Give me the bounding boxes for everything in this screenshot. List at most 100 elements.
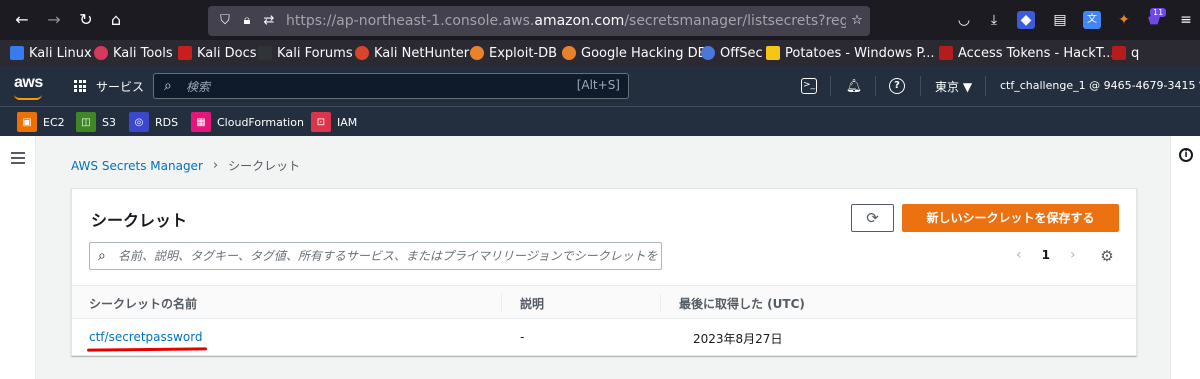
aws-logo-smile [14, 94, 42, 100]
filter-input[interactable] [118, 246, 658, 266]
breadcrumb-current: シークレット [228, 159, 301, 173]
store-new-secret-button[interactable]: 新しいシークレットを保存する [902, 204, 1119, 232]
url-bar[interactable]: ⛉ 🔒︎ ⇄ https://ap-northeast-1.console.aw… [208, 6, 870, 36]
pocket-icon[interactable]: ◡ [955, 11, 973, 29]
hacktricks-q-icon [1112, 46, 1126, 60]
search-icon: ⌕ [164, 78, 172, 94]
notifications-bell-icon[interactable]: 🔔︎ [845, 78, 863, 96]
info-icon[interactable]: i [1179, 148, 1193, 162]
table-header: シークレットの名前 説明 最後に取得した (UTC) [72, 285, 1136, 319]
previous-page-icon[interactable]: ‹ [1016, 247, 1022, 263]
secrets-table-container: シークレット ⟳ 新しいシークレットを保存する ⌕ ‹ 1 › ⚙ シークレット… [71, 188, 1137, 356]
left-navigation-rail [0, 136, 36, 379]
gear-icon[interactable]: ⚙ [1098, 247, 1116, 265]
current-page-number[interactable]: 1 [1042, 248, 1050, 262]
iam-icon: ⊡ [311, 112, 331, 132]
search-placeholder: 検索 [186, 80, 211, 94]
ec2-icon: ▣ [17, 112, 37, 132]
url-text[interactable]: https://ap-northeast-1.console.aws.amazo… [286, 12, 846, 30]
kali-docs-icon [178, 46, 192, 60]
ghdb-icon [562, 46, 576, 60]
bookmark-kali-nethunter[interactable]: Kali NetHunter [355, 44, 469, 62]
bookmark-kali-forums[interactable]: Kali Forums [258, 44, 353, 62]
column-divider[interactable] [660, 294, 661, 312]
potatoes-icon [766, 46, 780, 60]
bookmark-exploit-db[interactable]: Exploit-DB [470, 44, 557, 62]
sidebar-icon[interactable]: ▤ [1051, 11, 1069, 29]
downloads-icon[interactable]: ⤓ [985, 11, 1003, 29]
kali-forums-icon [258, 46, 272, 60]
next-page-icon[interactable]: › [1070, 247, 1076, 263]
bookmarks-bar: Kali Linux Kali Tools Kali Docs Kali For… [0, 40, 1200, 66]
table-row: ctf/secretpassword - 2023年8月27日 [72, 319, 1136, 355]
home-icon[interactable]: ⌂ [106, 10, 126, 30]
forward-icon[interactable]: → [44, 10, 64, 30]
menu-icon[interactable]: ≡ [1177, 11, 1195, 29]
breadcrumb: AWS Secrets Manager › シークレット [71, 157, 300, 174]
secret-name-link[interactable]: ctf/secretpassword [89, 330, 203, 344]
nav-divider [920, 76, 921, 96]
secret-last-retrieved: 2023年8月27日 [693, 332, 783, 346]
reload-icon[interactable]: ↻ [76, 10, 96, 30]
fox-extension-icon[interactable]: ✦ [1115, 11, 1133, 29]
browser-toolbar: ← → ↻ ⌂ ⛉ 🔒︎ ⇄ https://ap-northeast-1.co… [0, 0, 1200, 40]
bookmark-kali-linux[interactable]: Kali Linux [10, 44, 92, 62]
red-underline-annotation [86, 347, 208, 352]
region-selector[interactable]: 東京 ▼ [935, 78, 972, 95]
hamburger-menu-icon[interactable] [11, 152, 25, 164]
bookmark-offsec[interactable]: OffSec [701, 44, 763, 62]
nav-divider [875, 76, 876, 96]
aws-search-input[interactable]: ⌕ 検索 [Alt+S] [153, 73, 629, 99]
right-tools-rail: i [1170, 136, 1200, 379]
favorite-iam[interactable]: ⊡ IAM [311, 112, 357, 132]
cloudshell-icon[interactable]: >_ [801, 78, 817, 94]
bookmark-kali-tools[interactable]: Kali Tools [94, 44, 173, 62]
nethunter-icon [355, 46, 369, 60]
offsec-icon [701, 46, 715, 60]
column-divider[interactable] [501, 294, 502, 312]
services-menu[interactable]: サービス [96, 78, 144, 95]
search-icon: ⌕ [98, 248, 106, 264]
translate-icon[interactable]: 文 [1083, 11, 1101, 29]
filter-field[interactable]: ⌕ [89, 242, 662, 270]
column-header-description[interactable]: 説明 [520, 295, 544, 312]
favorites-bar: ▣ EC2 ◫ S3 ◎ RDS ▦ CloudFormation ⊡ IAM [0, 106, 1200, 136]
favorite-s3[interactable]: ◫ S3 [76, 112, 116, 132]
favorite-ec2[interactable]: ▣ EC2 [17, 112, 65, 132]
account-menu[interactable]: ctf_challenge_1 @ 9465-4679-3415 ▼ [1000, 79, 1200, 92]
column-header-last-retrieved[interactable]: 最後に取得した (UTC) [679, 295, 805, 312]
cloudformation-icon: ▦ [191, 112, 211, 132]
bookmark-potatoes[interactable]: Potatoes - Windows P... [766, 44, 935, 62]
chevron-right-icon: › [212, 158, 219, 173]
nav-divider [830, 76, 831, 96]
bookmark-access-tokens[interactable]: Access Tokens - HackT... [939, 44, 1115, 62]
bookmark-google-hacking-db[interactable]: Google Hacking DB [562, 44, 707, 62]
favorite-cloudformation[interactable]: ▦ CloudFormation [191, 112, 304, 132]
column-header-name[interactable]: シークレットの名前 [89, 295, 197, 312]
bookmark-q[interactable]: q [1112, 44, 1139, 62]
shield-icon[interactable]: ⛉ [216, 12, 234, 30]
page-title: シークレット [91, 211, 188, 230]
extension-icon[interactable]: ◆ [1017, 11, 1035, 29]
permissions-icon[interactable]: ⇄ [260, 12, 278, 30]
favorite-rds[interactable]: ◎ RDS [129, 112, 178, 132]
exploit-db-icon [470, 46, 484, 60]
bookmark-star-icon[interactable]: ☆ [848, 12, 866, 30]
breadcrumb-secrets-manager[interactable]: AWS Secrets Manager [71, 159, 203, 173]
kali-tools-icon [94, 46, 108, 60]
refresh-button[interactable]: ⟳ [851, 204, 894, 232]
lock-icon[interactable]: 🔒︎ [238, 12, 256, 30]
services-grid-icon[interactable] [74, 80, 86, 92]
bookmark-kali-docs[interactable]: Kali Docs [178, 44, 257, 62]
hacktricks-icon [939, 46, 953, 60]
pagination: ‹ 1 › [1016, 247, 1076, 263]
aws-logo[interactable]: aws [14, 74, 43, 92]
rds-icon: ◎ [129, 112, 149, 132]
back-icon[interactable]: ← [12, 10, 32, 30]
aws-top-nav: aws サービス ⌕ 検索 [Alt+S] >_ 🔔︎ ? 東京 ▼ ctf_c… [0, 66, 1200, 106]
refresh-icon: ⟳ [866, 209, 879, 227]
search-shortcut: [Alt+S] [576, 78, 620, 92]
help-icon[interactable]: ? [889, 78, 905, 94]
kali-icon [10, 46, 24, 60]
secret-description: - [520, 330, 525, 344]
